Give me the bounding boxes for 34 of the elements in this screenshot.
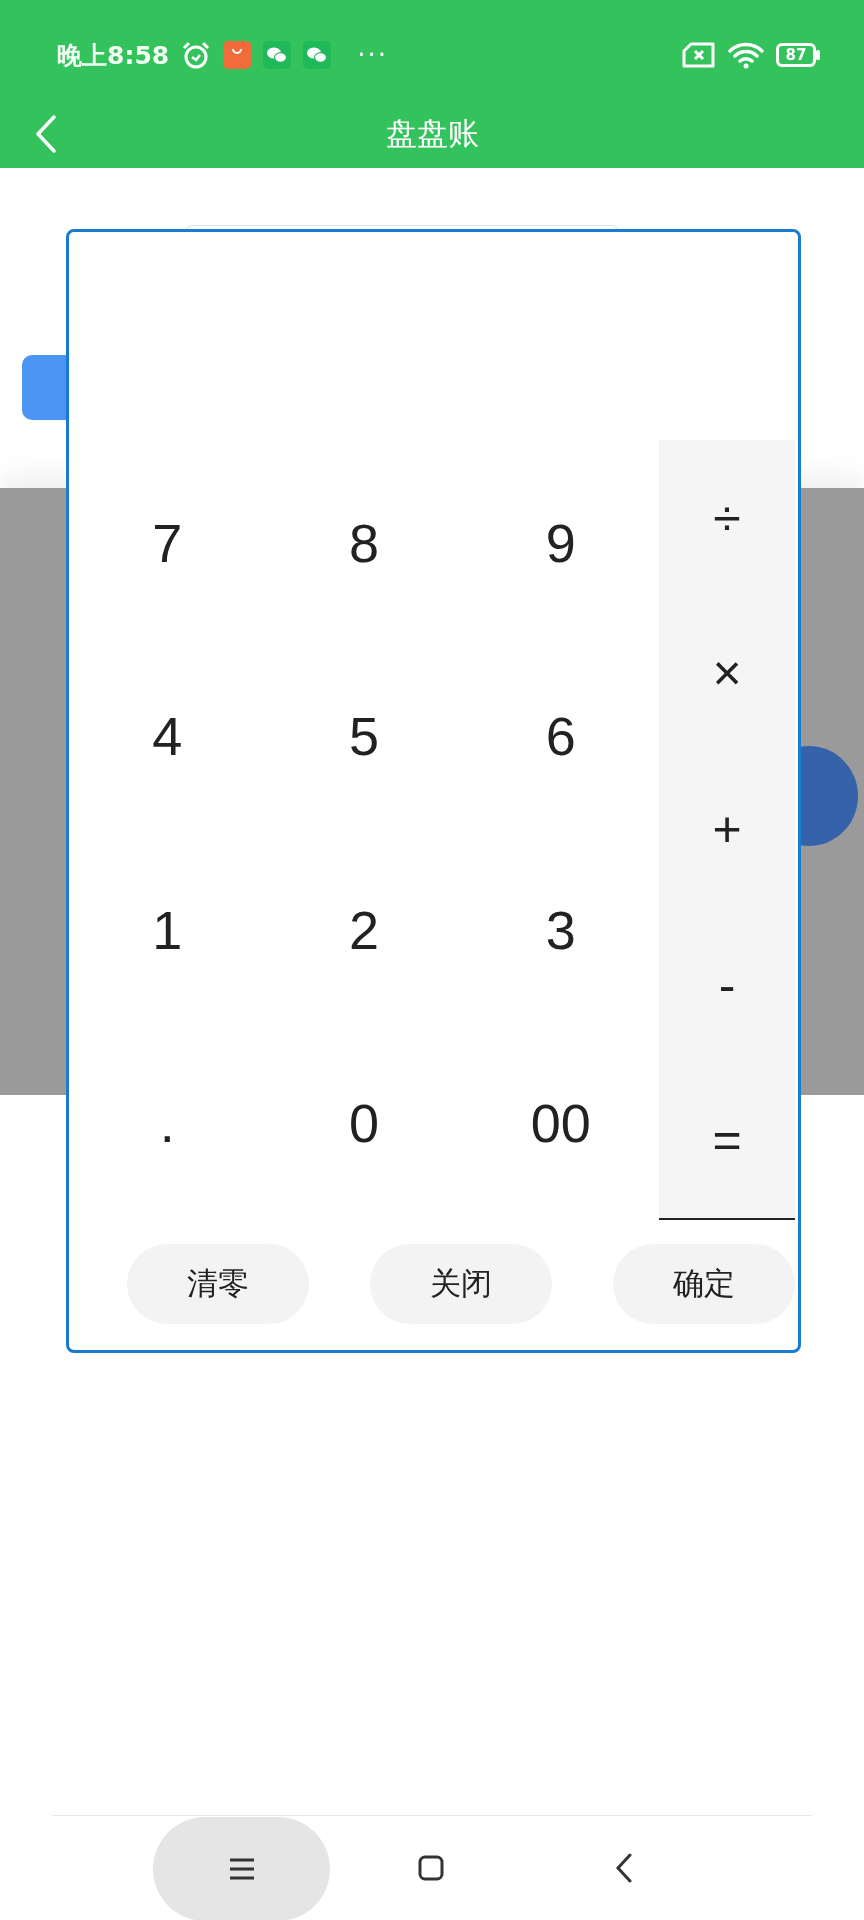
digit-key[interactable]: 1: [69, 833, 266, 1027]
operator-key[interactable]: +: [659, 751, 795, 907]
wifi-icon: [728, 41, 764, 69]
chat-bubbles-icon: [303, 41, 332, 69]
operator-key[interactable]: ×: [659, 595, 795, 752]
more-notifications: ···: [357, 40, 388, 70]
digit-key[interactable]: 4: [69, 639, 266, 833]
action-button[interactable]: 关闭: [370, 1244, 552, 1324]
back-icon[interactable]: [615, 1853, 633, 1883]
digit-key[interactable]: 5: [265, 639, 463, 833]
digit-key[interactable]: 00: [462, 1026, 659, 1220]
alarm-icon: [181, 40, 212, 70]
home-icon[interactable]: [418, 1855, 444, 1881]
operator-key[interactable]: -: [659, 906, 795, 1063]
digit-key[interactable]: .: [69, 1026, 266, 1220]
digit-key[interactable]: 3: [462, 833, 659, 1027]
operator-key[interactable]: ÷: [659, 440, 795, 596]
digit-key[interactable]: 8: [265, 446, 463, 640]
digit-key[interactable]: 6: [462, 639, 659, 833]
digit-key[interactable]: 9: [462, 446, 659, 640]
clock-time: 晚上8:58: [57, 39, 170, 72]
battery-level: 87: [776, 43, 816, 67]
menu-icon: [228, 1857, 255, 1881]
action-button[interactable]: 确定: [613, 1244, 795, 1324]
digit-key[interactable]: 2: [265, 833, 463, 1027]
digit-key[interactable]: 0: [265, 1026, 463, 1220]
shopping-bag-icon: [223, 41, 252, 69]
battery-tip-icon: [816, 50, 821, 60]
sim-card-x-icon: [682, 42, 716, 68]
digit-key[interactable]: 7: [69, 446, 266, 640]
page-title: 盘盘账: [385, 114, 479, 153]
operator-key[interactable]: =: [659, 1062, 795, 1218]
chat-bubbles-icon: [263, 41, 292, 69]
action-button[interactable]: 清零: [127, 1244, 309, 1324]
